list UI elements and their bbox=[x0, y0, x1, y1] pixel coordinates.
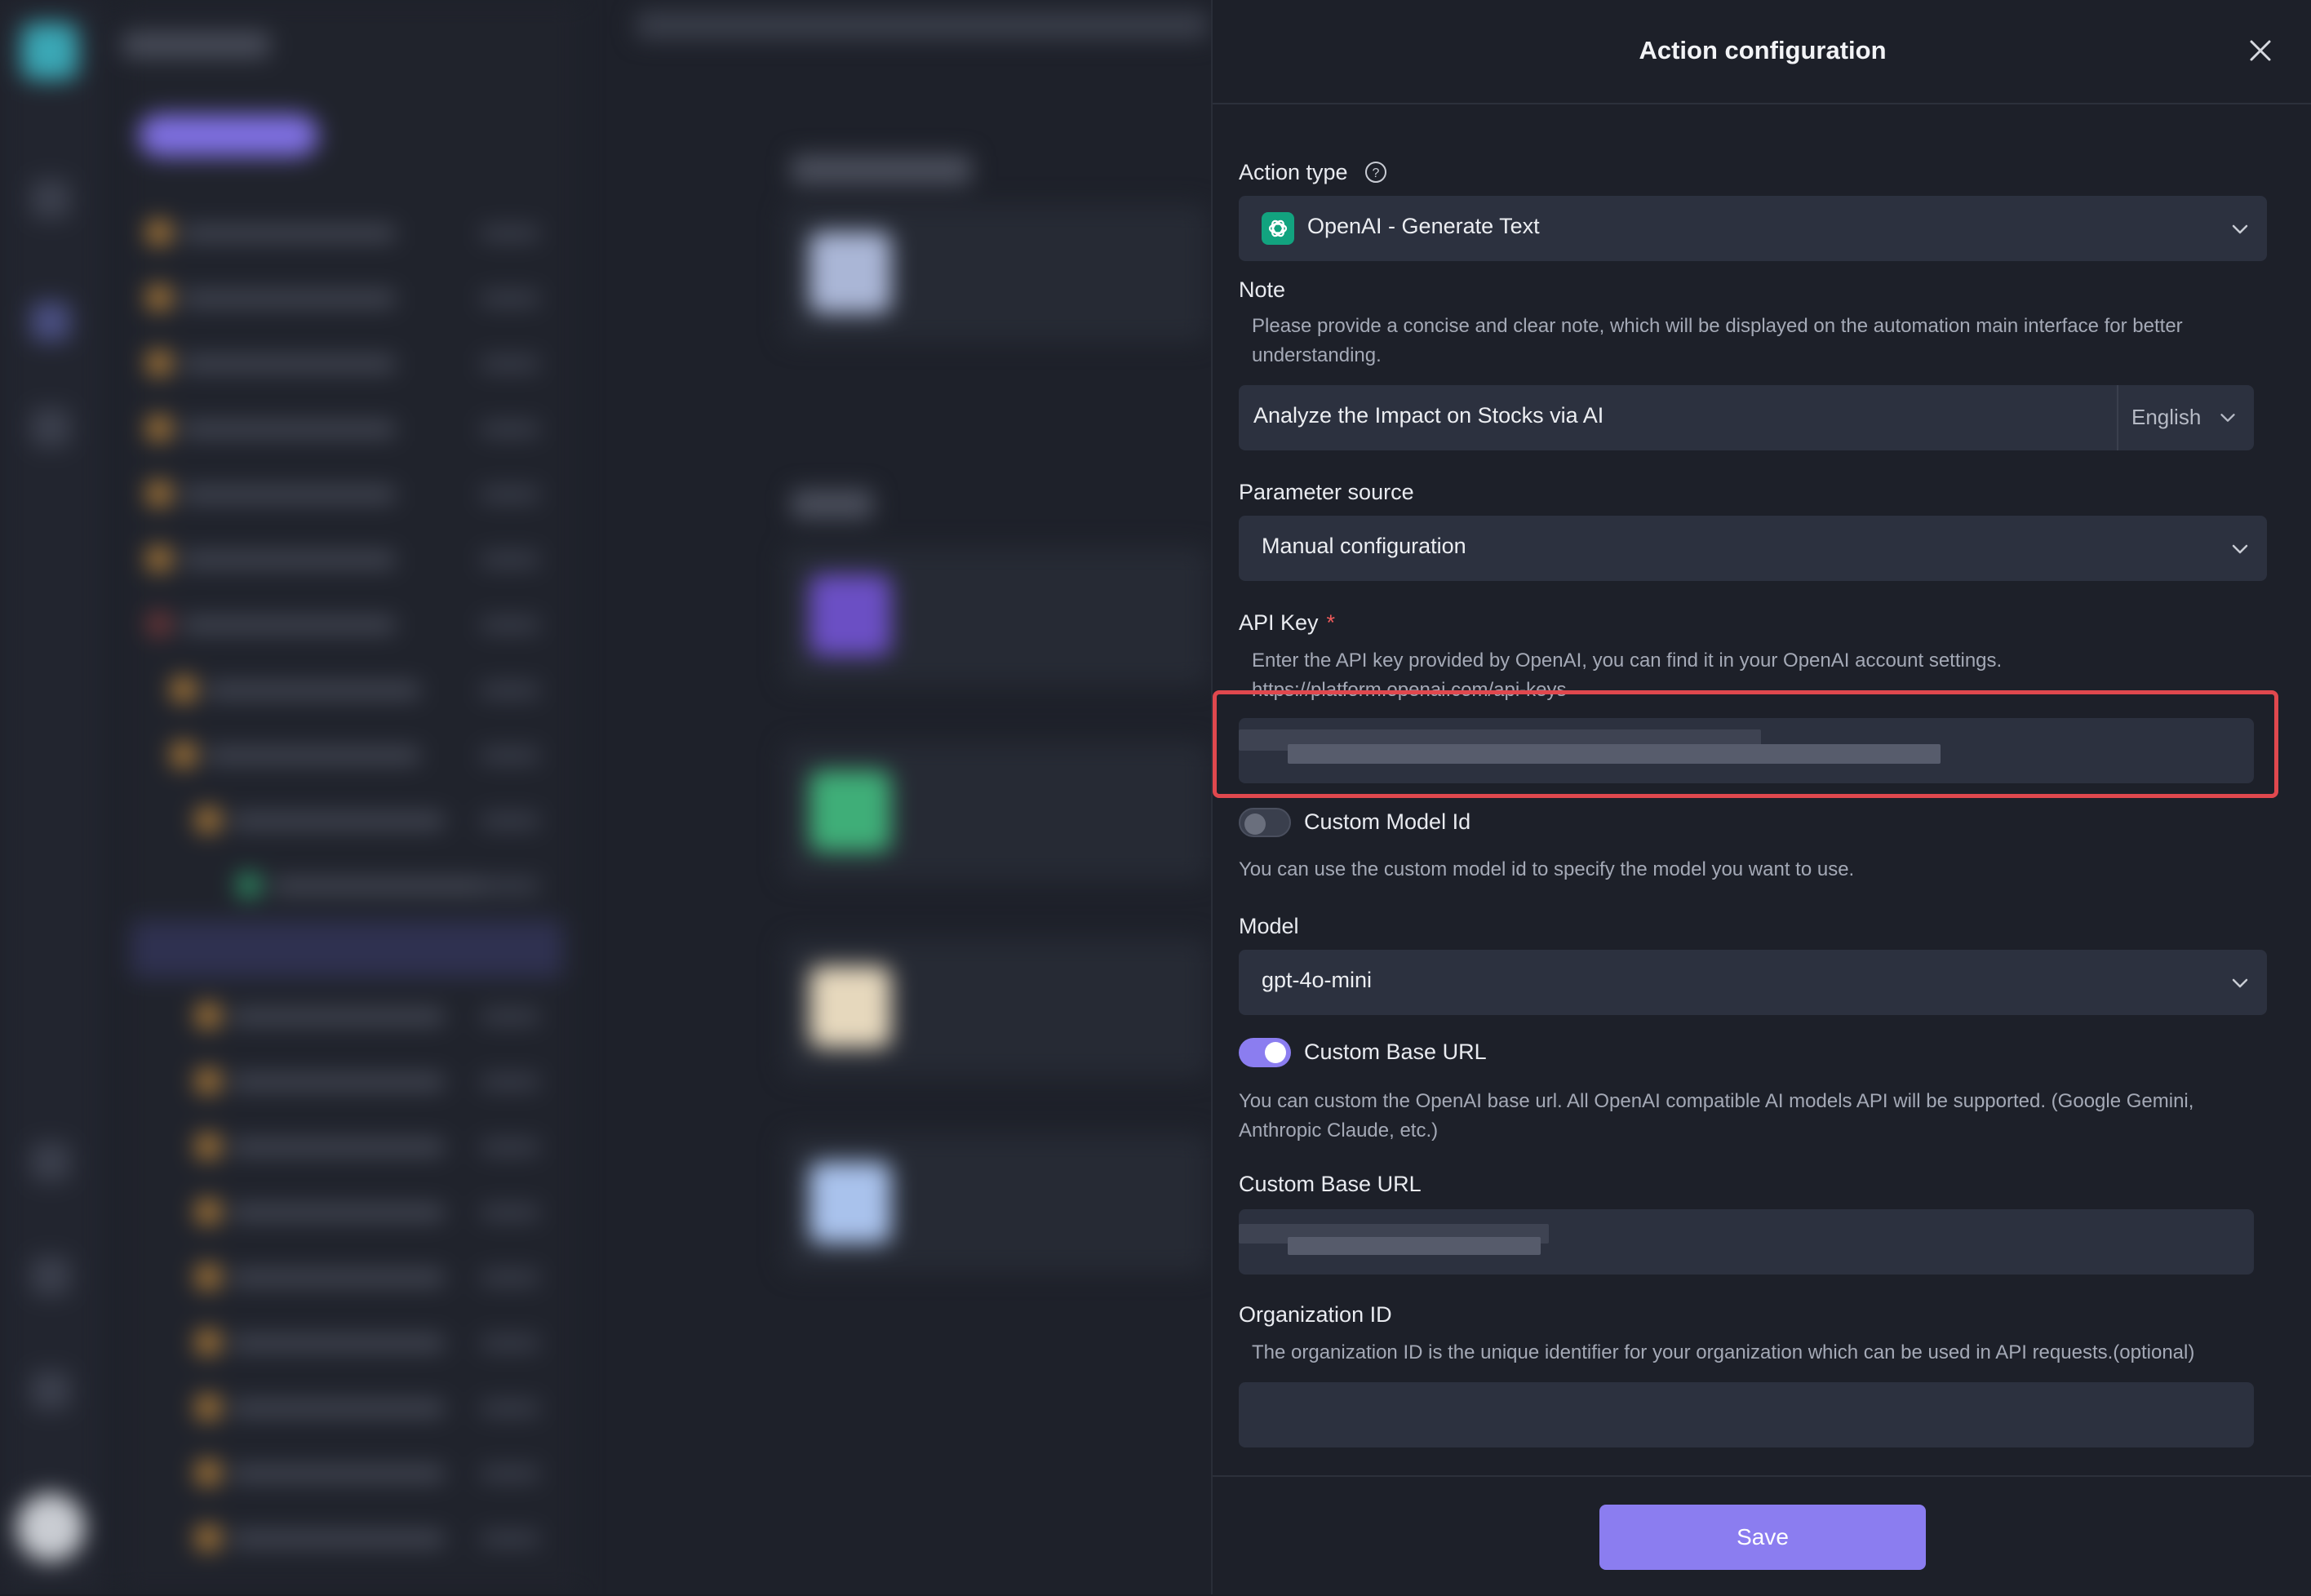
openai-icon bbox=[1262, 212, 1294, 245]
rail-icon bbox=[31, 180, 70, 219]
chevron-down-icon bbox=[2220, 414, 2235, 422]
tree-button-placeholder bbox=[139, 114, 318, 157]
rail-icon bbox=[31, 408, 70, 447]
parameter-source-value: Manual configuration bbox=[1262, 534, 1466, 558]
background-tree bbox=[122, 0, 579, 1594]
custom-model-id-hint: You can use the custom model id to speci… bbox=[1239, 858, 1855, 880]
app-logo bbox=[21, 23, 78, 80]
api-key-label-text: API Key bbox=[1239, 610, 1319, 635]
tree-title-placeholder bbox=[122, 33, 269, 57]
model-value: gpt-4o-mini bbox=[1262, 968, 1373, 992]
background-card bbox=[783, 938, 1208, 1077]
note-hint: Please provide a concise and clear note,… bbox=[1252, 315, 2183, 366]
rail-icon bbox=[31, 302, 70, 341]
close-button[interactable] bbox=[2244, 34, 2277, 67]
action-type-label-text: Action type bbox=[1239, 160, 1348, 184]
custom-model-id-label: Custom Model Id bbox=[1304, 809, 1471, 834]
rail-icon bbox=[31, 1257, 70, 1296]
app-rail bbox=[0, 0, 104, 1594]
model-select[interactable]: gpt-4o-mini bbox=[1239, 950, 2267, 1015]
organization-id-input[interactable] bbox=[1239, 1382, 2254, 1447]
custom-base-url-toggle-label: Custom Base URL bbox=[1304, 1040, 1487, 1064]
custom-base-url-input[interactable] bbox=[1239, 1209, 2254, 1275]
chevron-down-icon bbox=[2232, 224, 2248, 234]
drawer-title: Action configuration bbox=[1639, 36, 1887, 64]
note-label: Note bbox=[1239, 277, 1286, 302]
chevron-down-icon bbox=[2232, 978, 2248, 988]
model-label: Model bbox=[1239, 914, 1299, 938]
rail-icon bbox=[31, 1371, 70, 1410]
required-mark: * bbox=[1326, 610, 1336, 635]
note-input[interactable]: Analyze the Impact on Stocks via AI Engl… bbox=[1239, 385, 2254, 450]
api-key-label: API Key * bbox=[1239, 610, 1335, 636]
note-input-value: Analyze the Impact on Stocks via AI bbox=[1253, 403, 1604, 428]
tree-selection bbox=[131, 920, 563, 978]
avatar bbox=[16, 1493, 85, 1562]
custom-base-url-toggle[interactable] bbox=[1239, 1038, 1291, 1067]
action-type-value: OpenAI - Generate Text bbox=[1307, 214, 1540, 238]
svg-text:?: ? bbox=[1373, 166, 1380, 180]
organization-id-hint: The organization ID is the unique identi… bbox=[1252, 1341, 2195, 1363]
background-card bbox=[783, 547, 1208, 685]
language-select[interactable]: English bbox=[2117, 385, 2254, 450]
close-icon bbox=[2250, 40, 2271, 61]
background-card bbox=[783, 743, 1208, 881]
background-card bbox=[783, 204, 1208, 343]
custom-base-url-hint: You can custom the OpenAI base url. All … bbox=[1239, 1090, 2194, 1142]
redacted-value bbox=[1288, 1237, 1541, 1255]
drawer-header: Action configuration bbox=[1213, 0, 2311, 104]
background-topbar bbox=[637, 11, 1208, 39]
rail-icon bbox=[31, 1142, 70, 1181]
drawer-footer: Save bbox=[1213, 1475, 2311, 1596]
custom-model-id-toggle[interactable] bbox=[1239, 808, 1291, 837]
api-key-hint-text: Enter the API key provided by OpenAI, yo… bbox=[1252, 649, 2003, 672]
custom-base-url-label: Custom Base URL bbox=[1239, 1172, 1422, 1196]
background-heading bbox=[792, 155, 971, 184]
action-type-label: Action type ? bbox=[1239, 160, 1388, 185]
save-button[interactable]: Save bbox=[1599, 1505, 1926, 1570]
parameter-source-select[interactable]: Manual configuration bbox=[1239, 516, 2267, 581]
action-type-select[interactable]: OpenAI - Generate Text bbox=[1239, 196, 2267, 261]
background-heading bbox=[792, 490, 873, 519]
chevron-down-icon bbox=[2232, 544, 2248, 554]
background-blur-layer bbox=[0, 0, 1211, 1594]
organization-id-label: Organization ID bbox=[1239, 1302, 1392, 1327]
help-icon[interactable]: ? bbox=[1364, 160, 1388, 184]
background-card bbox=[783, 1134, 1208, 1273]
api-key-highlight bbox=[1213, 690, 2278, 798]
background-app bbox=[0, 0, 1211, 1594]
action-configuration-drawer: Action configuration Action type ? OpenA… bbox=[1211, 0, 2311, 1594]
parameter-source-label: Parameter source bbox=[1239, 480, 1414, 504]
language-value: English bbox=[2131, 405, 2202, 429]
